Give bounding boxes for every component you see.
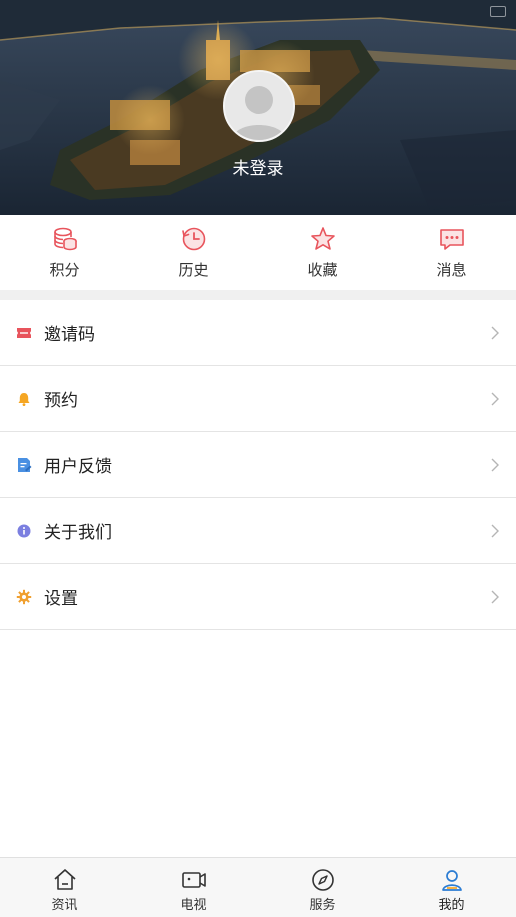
- quick-item-points[interactable]: 积分: [0, 215, 129, 290]
- menu-item-reservation[interactable]: 预约: [0, 366, 516, 432]
- settings-menu: 邀请码 预约 用户反馈 关于我们 设置: [0, 300, 516, 630]
- ticket-icon: [17, 327, 31, 338]
- login-status-text[interactable]: 未登录: [0, 154, 516, 179]
- chevron-right-icon: [491, 524, 499, 537]
- star-icon: [310, 227, 335, 250]
- message-icon: [439, 229, 464, 250]
- profile-header: 未登录: [0, 0, 516, 215]
- chevron-right-icon: [491, 590, 499, 603]
- menu-item-settings[interactable]: 设置: [0, 564, 516, 630]
- quick-item-messages[interactable]: 消息: [387, 215, 516, 290]
- user-icon: [441, 870, 462, 891]
- quick-item-label: 消息: [436, 261, 467, 279]
- quick-item-label: 收藏: [307, 261, 338, 279]
- bell-icon: [18, 392, 30, 406]
- history-icon: [181, 227, 205, 251]
- coins-icon: [53, 227, 77, 251]
- feedback-icon: [18, 457, 32, 472]
- bottom-tab-bar: 资讯 电视 服务 我的: [0, 857, 516, 917]
- compass-icon: [311, 869, 334, 891]
- gear-icon: [16, 589, 32, 604]
- menu-item-label: 关于我们: [44, 523, 112, 543]
- quick-item-label: 历史: [178, 261, 209, 279]
- tab-mine[interactable]: 我的: [387, 858, 516, 917]
- menu-item-label: 设置: [44, 589, 78, 609]
- menu-item-feedback[interactable]: 用户反馈: [0, 432, 516, 498]
- tab-services[interactable]: 服务: [258, 858, 387, 917]
- info-icon: [17, 524, 31, 537]
- menu-item-label: 用户反馈: [44, 457, 112, 477]
- chevron-right-icon: [491, 326, 499, 339]
- default-avatar-icon: [225, 72, 293, 140]
- home-icon: [53, 869, 76, 890]
- chevron-right-icon: [491, 458, 499, 471]
- quick-actions: 积分 历史 收藏 消息: [0, 215, 516, 290]
- menu-item-label: 预约: [44, 391, 78, 411]
- quick-item-history[interactable]: 历史: [129, 215, 258, 290]
- tab-label: 服务: [309, 898, 336, 913]
- tab-label: 我的: [438, 898, 465, 913]
- section-divider: [0, 290, 516, 300]
- status-bar: [490, 6, 506, 17]
- avatar[interactable]: [223, 70, 295, 142]
- menu-item-label: 邀请码: [44, 325, 95, 345]
- tab-tv[interactable]: 电视: [129, 858, 258, 917]
- menu-item-invite-code[interactable]: 邀请码: [0, 300, 516, 366]
- tab-news[interactable]: 资讯: [0, 858, 129, 917]
- quick-item-label: 积分: [49, 261, 80, 279]
- quick-item-favorites[interactable]: 收藏: [258, 215, 387, 290]
- battery-icon: [490, 6, 506, 17]
- tab-label: 电视: [180, 898, 207, 913]
- tab-label: 资讯: [51, 898, 78, 913]
- tv-icon: [181, 872, 206, 888]
- chevron-right-icon: [491, 392, 499, 405]
- menu-item-about-us[interactable]: 关于我们: [0, 498, 516, 564]
